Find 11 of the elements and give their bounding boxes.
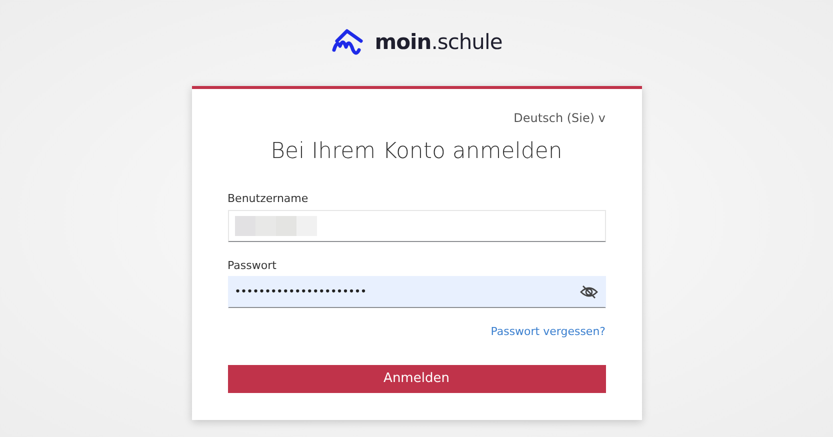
hide-password-icon[interactable] — [578, 284, 598, 300]
language-selector[interactable]: Deutsch (Sie) v — [514, 109, 606, 127]
password-field[interactable]: •••••••••••••••••••••• — [228, 276, 606, 308]
forgot-password-link[interactable]: Passwort vergessen? — [490, 324, 606, 341]
field-label: Passwort — [228, 258, 278, 274]
logo-text: moin.schule — [374, 29, 502, 56]
login-button[interactable]: Anmelden — [228, 364, 606, 393]
username-field[interactable] — [228, 210, 606, 242]
login-title: Bei Ihrem Konto anmelden — [270, 139, 564, 166]
password-value: •••••••••••••••••••••• — [234, 284, 366, 300]
field-label: Benutzername — [228, 191, 310, 208]
